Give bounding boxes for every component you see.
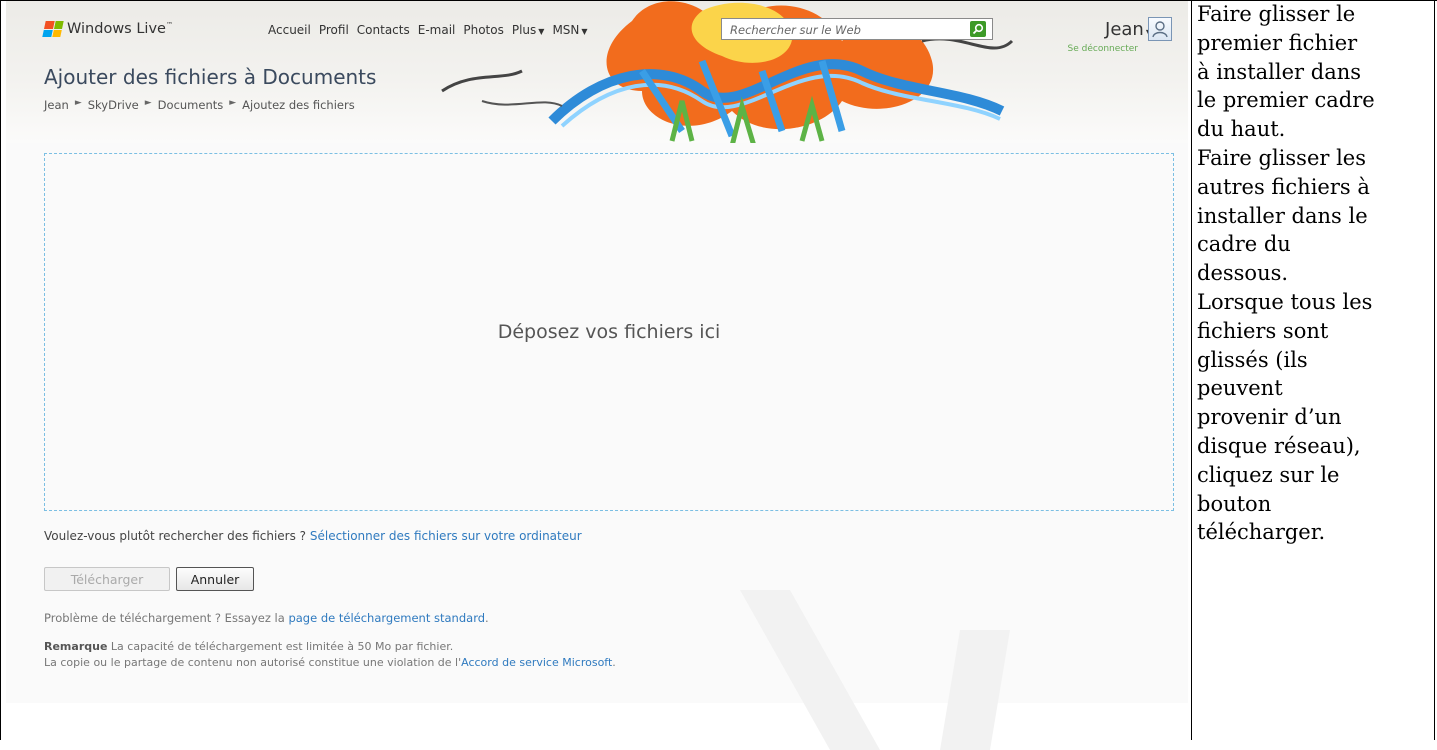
browse-files-row: Voulez-vous plutôt rechercher des fichie… [44,529,582,543]
instruction-line: fichiers sont [1197,318,1329,343]
breadcrumb-separator: ► [229,98,237,108]
nav-msn-menu[interactable]: MSN ▼ [552,23,587,37]
upload-problem-text: Problème de téléchargement ? Essayez la … [44,611,489,625]
instruction-line: peuvent [1197,376,1283,401]
instruction-line: dessous. [1197,261,1289,286]
instruction-line: disque réseau), [1197,433,1361,458]
nav-profil[interactable]: Profil [319,23,349,37]
select-files-link[interactable]: Sélectionner des fichiers sur votre ordi… [310,529,582,543]
instruction-line: autres fichiers à [1197,174,1370,199]
nav-email[interactable]: E-mail [418,23,456,37]
upload-button[interactable]: Télécharger [44,567,170,591]
note-text: La capacité de téléchargement est limité… [107,640,454,653]
breadcrumb-separator: ► [74,98,82,108]
note-label: Remarque [44,640,108,653]
instruction-line: Faire glisser les [1197,145,1367,170]
problem-suffix: . [485,611,489,625]
breadcrumb-jean[interactable]: Jean [44,98,69,112]
instruction-line: provenir d’un [1197,405,1342,430]
user-icon[interactable] [1148,17,1172,41]
browse-prompt: Voulez-vous plutôt rechercher des fichie… [44,529,310,543]
web-search-box [721,18,993,40]
instruction-line: Lorsque tous les [1197,289,1373,314]
nav-accueil[interactable]: Accueil [268,23,311,37]
legal-suffix: . [612,656,616,669]
user-menu[interactable]: Jean▼ [1032,19,1152,40]
instruction-line: Faire glisser le [1197,2,1356,26]
header-bar: Windows Live™ Accueil Profil Contacts E-… [6,1,1188,147]
instruction-line: cadre du [1197,232,1291,257]
windows-flag-icon [42,21,64,37]
chevron-down-icon: ▼ [538,27,545,36]
breadcrumb: Jean ► SkyDrive ► Documents ► Ajoutez de… [44,98,355,112]
instruction-line: glissés (ils [1197,347,1308,372]
instruction-line: installer dans le [1197,203,1368,228]
windows-live-logo[interactable]: Windows Live™ [42,21,173,37]
breadcrumb-skydrive[interactable]: SkyDrive [88,98,139,112]
problem-prefix: Problème de téléchargement ? Essayez la [44,611,289,625]
standard-upload-link[interactable]: page de téléchargement standard [288,611,485,625]
legal-note: La copie ou le partage de contenu non au… [44,656,616,669]
instruction-line: cliquez sur le [1197,462,1340,487]
search-button[interactable] [970,21,986,37]
instruction-line: à installer dans [1197,59,1362,84]
file-drop-zone[interactable]: Déposez vos fichiers ici [44,153,1174,511]
windows-live-screenshot: Windows Live™ Accueil Profil Contacts E-… [6,1,1188,737]
upload-content: Déposez vos fichiers ici Voulez-vous plu… [6,143,1188,703]
page-title: Ajouter des fichiers à Documents [44,65,377,89]
brand-name: Windows Live™ [67,21,173,37]
nav-photos[interactable]: Photos [463,23,503,37]
breadcrumb-current: Ajoutez des fichiers [242,98,355,112]
legal-prefix: La copie ou le partage de contenu non au… [44,656,462,669]
instruction-line: premier fichier [1197,30,1358,55]
search-icon [972,23,984,35]
instruction-line: bouton [1197,491,1272,516]
top-navigation: Accueil Profil Contacts E-mail Photos Pl… [268,23,588,37]
instruction-line: du haut. [1197,117,1286,142]
breadcrumb-separator: ► [144,98,152,108]
instruction-line: télécharger. [1197,520,1326,545]
table-border-left [0,0,1,740]
table-border-right [1434,0,1435,740]
nav-contacts[interactable]: Contacts [357,23,410,37]
nav-plus-menu[interactable]: Plus ▼ [512,23,545,37]
instruction-line: le premier cadre [1197,88,1375,113]
drop-zone-label: Déposez vos fichiers ici [497,321,721,343]
signout-link[interactable]: Se déconnecter [1036,44,1138,54]
cancel-button[interactable]: Annuler [176,567,254,591]
chevron-down-icon: ▼ [581,27,588,36]
search-input[interactable] [728,20,962,40]
size-limit-note: Remarque La capacité de téléchargement e… [44,640,453,653]
breadcrumb-documents[interactable]: Documents [158,98,224,112]
service-agreement-link[interactable]: Accord de service Microsoft [461,656,612,669]
instructions-column: Faire glisser le premier fichier à insta… [1197,0,1433,547]
table-column-divider [1191,0,1192,740]
